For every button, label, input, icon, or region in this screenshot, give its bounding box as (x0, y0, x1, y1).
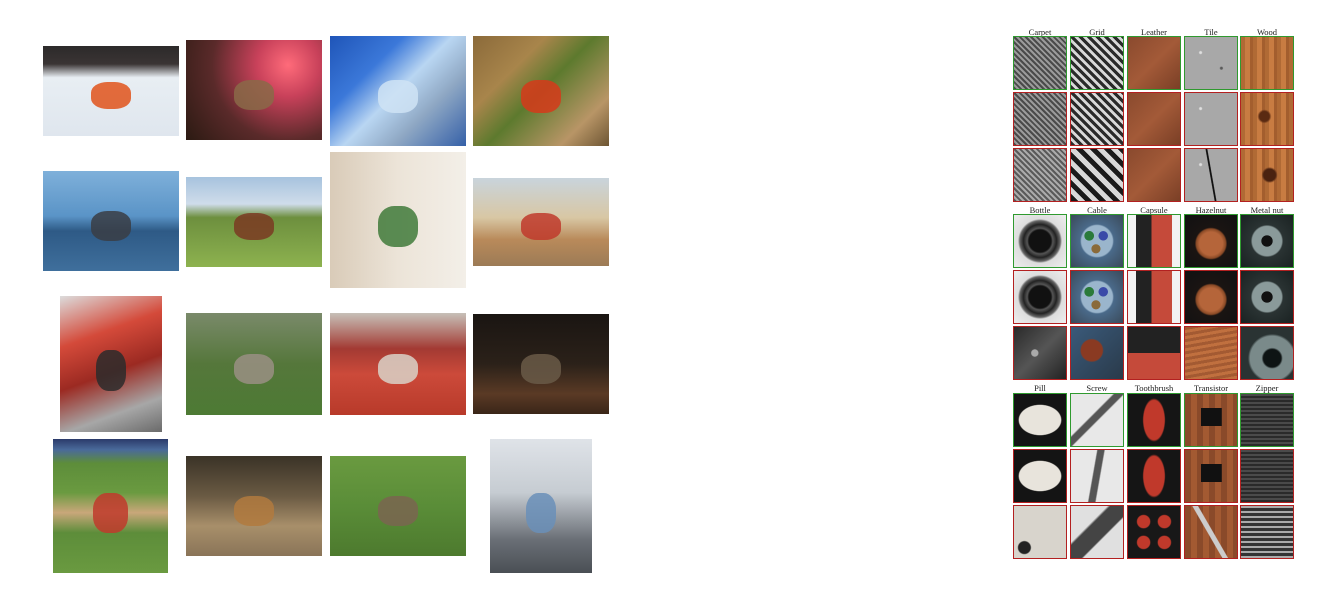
wood-normal-tile (1240, 36, 1294, 90)
pill-defect-b-tile (1013, 505, 1067, 559)
photo-subject (377, 206, 419, 248)
crowd-stands-photo (330, 313, 466, 415)
toothbrush-defect-b-tile (1127, 505, 1181, 559)
zipper-normal-tile (1240, 393, 1294, 447)
zipper-defect-b-tile (1240, 505, 1294, 559)
glass-dish-photo (330, 36, 466, 146)
transistor-normal-tile (1184, 393, 1238, 447)
hazelnut-defect-b-tile (1184, 326, 1238, 380)
grid-defect-a-tile (1070, 92, 1124, 146)
pill-defect-a-tile (1013, 449, 1067, 503)
dog-sitting-photo (186, 456, 322, 556)
weimaraner-photo (186, 313, 322, 415)
photo-subject (90, 82, 132, 109)
tile-normal-tile (1184, 36, 1238, 90)
capsule-defect-a-tile (1127, 270, 1181, 324)
horse-carriage-field-photo (186, 177, 322, 267)
cable-defect-b-tile (1070, 326, 1124, 380)
photo-subject (90, 211, 132, 241)
hazelnut-defect-a-tile (1184, 270, 1238, 324)
bottle-normal-tile (1013, 214, 1067, 268)
screw-defect-a-tile (1070, 449, 1124, 503)
hiker-backpack-photo (490, 439, 592, 573)
photo-subject (93, 492, 128, 533)
photo-subject (233, 213, 275, 240)
photo-subject (377, 496, 419, 526)
baseball-field-photo (53, 439, 168, 573)
photo-subject (520, 354, 562, 384)
category-label: Toothbrush (1134, 383, 1174, 393)
band-drums-photo (60, 296, 162, 432)
hazelnut-normal-tile (1184, 214, 1238, 268)
cable-defect-a-tile (1070, 270, 1124, 324)
photo-subject (233, 496, 275, 526)
horse-cart-road-photo (473, 178, 609, 266)
cable-normal-tile (1070, 214, 1124, 268)
carpet-defect-a-tile (1013, 92, 1067, 146)
photo-subject (233, 353, 275, 385)
grid-defect-b-tile (1070, 148, 1124, 202)
screw-normal-tile (1070, 393, 1124, 447)
category-label: Transistor (1193, 383, 1229, 393)
capsule-defect-b-tile (1127, 326, 1181, 380)
metalnut-normal-tile (1240, 214, 1294, 268)
photo-subject (520, 213, 562, 240)
capsule-normal-tile (1127, 214, 1181, 268)
ladybug-photo (473, 36, 609, 146)
zipper-defect-a-tile (1240, 449, 1294, 503)
whale-mural-photo (43, 171, 179, 271)
snowmobile-photo (43, 46, 179, 136)
room-palm-photo (330, 152, 466, 288)
category-label: Pill (1034, 383, 1046, 393)
wood-defect-a-tile (1240, 92, 1294, 146)
bottle-defect-a-tile (1013, 270, 1067, 324)
leather-normal-tile (1127, 36, 1181, 90)
bottle-defect-b-tile (1013, 326, 1067, 380)
leather-defect-a-tile (1127, 92, 1181, 146)
toothbrush-defect-a-tile (1127, 449, 1181, 503)
photo-subject (525, 492, 557, 533)
carpet-defect-b-tile (1013, 148, 1067, 202)
grid-normal-tile (1070, 36, 1124, 90)
tile-defect-a-tile (1184, 92, 1238, 146)
photo-subject (377, 80, 419, 113)
screw-defect-b-tile (1070, 505, 1124, 559)
leather-defect-b-tile (1127, 148, 1181, 202)
transistor-defect-b-tile (1184, 505, 1238, 559)
pill-normal-tile (1013, 393, 1067, 447)
toothbrush-normal-tile (1127, 393, 1181, 447)
red-light-photo (186, 40, 322, 140)
transistor-defect-a-tile (1184, 449, 1238, 503)
metalnut-defect-b-tile (1240, 326, 1294, 380)
metalnut-defect-a-tile (1240, 270, 1294, 324)
category-label: Zipper (1255, 383, 1279, 393)
tile-defect-b-tile (1184, 148, 1238, 202)
bird-grass-photo (330, 456, 466, 556)
night-carriage-photo (473, 314, 609, 414)
carpet-normal-tile (1013, 36, 1067, 90)
photo-subject (95, 350, 127, 392)
photo-subject (233, 80, 275, 110)
photo-subject (377, 353, 419, 385)
category-label: Screw (1086, 383, 1108, 393)
photo-subject (520, 80, 562, 113)
wood-defect-b-tile (1240, 148, 1294, 202)
